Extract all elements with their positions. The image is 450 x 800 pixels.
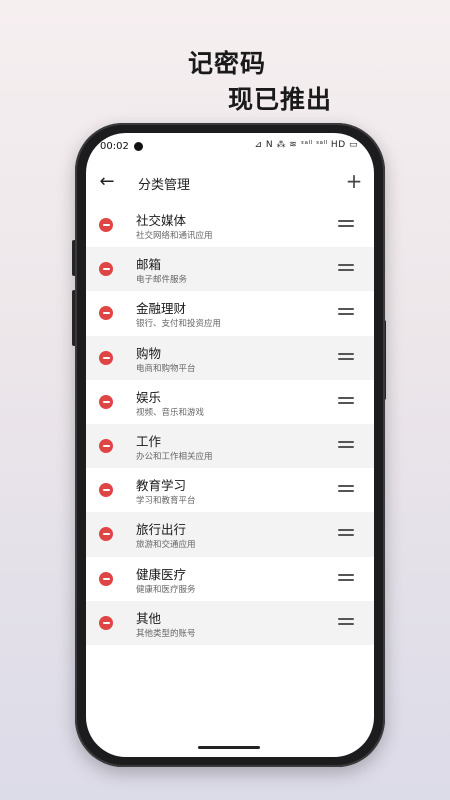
category-title: 社交媒体 <box>136 213 187 228</box>
category-title: 教育学习 <box>136 478 187 494</box>
category-title: 健康医疗 <box>136 566 187 582</box>
drag-handle-icon[interactable] <box>338 617 354 626</box>
category-title: 邮箱 <box>136 257 162 273</box>
remove-icon[interactable] <box>99 394 113 409</box>
category-subtitle: 其他类型的账号 <box>136 628 196 639</box>
remove-icon[interactable] <box>99 350 113 365</box>
category-title: 其他 <box>136 610 162 626</box>
category-subtitle: 社交网络和通讯应用 <box>136 231 213 241</box>
promo-header: 记密码 现已推出 <box>0 0 450 120</box>
drag-handle-icon[interactable] <box>338 308 354 316</box>
status-icons: ⊿ N ⁂ ≋ ᵌᵃˡˡ ᵌᵃˡˡ HD ▭ <box>254 140 358 150</box>
category-row[interactable]: 健康医疗健康和医疗服务 <box>86 556 374 601</box>
promo-title-line2: 现已推出 <box>228 85 333 114</box>
drag-handle-icon[interactable] <box>338 396 354 405</box>
category-row[interactable]: 社交媒体社交网络和通讯应用 <box>86 203 374 248</box>
category-subtitle: 电商和购物平台 <box>136 363 196 374</box>
category-subtitle: 银行、支付和投资应用 <box>136 319 222 330</box>
category-subtitle: 视频、音乐和游戏 <box>136 407 205 418</box>
category-row[interactable]: 购物 电商和购物平台 <box>86 335 374 380</box>
status-bar: 00:02 ⊿ N ⁂ ≋ ᵌᵃˡˡ ᵌᵃˡˡ HD ▭ <box>86 133 374 161</box>
category-subtitle: 办公和工作相关应用 <box>136 451 213 462</box>
category-title: 工作 <box>136 433 162 449</box>
drag-handle-icon[interactable] <box>338 220 354 228</box>
remove-icon[interactable] <box>99 262 113 277</box>
remove-icon[interactable] <box>99 483 113 498</box>
remove-icon[interactable] <box>99 438 113 453</box>
category-row[interactable]: 邮箱 电子邮件服务 <box>86 247 374 292</box>
category-row[interactable]: 教育学习学习和教育平台 <box>86 468 374 513</box>
drag-handle-icon[interactable] <box>338 352 354 361</box>
drag-handle-icon[interactable] <box>338 440 354 449</box>
phone-screen: 00:02 ⊿ N ⁂ ≋ ᵌᵃˡˡ ᵌᵃˡˡ HD ▭ ← 分类管理 + 社交… <box>86 133 374 757</box>
front-camera <box>134 142 143 151</box>
drag-handle-icon[interactable] <box>338 264 354 272</box>
drag-handle-icon[interactable] <box>338 529 354 537</box>
drag-handle-icon[interactable] <box>338 573 354 582</box>
page-title: 分类管理 <box>138 178 191 193</box>
category-subtitle: 旅游和交通应用 <box>136 540 196 551</box>
arrow-left-icon[interactable]: ← <box>96 171 118 193</box>
category-subtitle: 学习和教育平台 <box>136 496 196 507</box>
category-row[interactable]: 工作办公和工作相关应用 <box>86 423 374 469</box>
category-title: 娱乐 <box>136 389 162 405</box>
category-list: 社交媒体社交网络和通讯应用邮箱电子邮件服务金融理财银行、支付和投资应用购物电商和… <box>86 203 374 645</box>
promo-title-line1: 记密码 <box>188 49 267 78</box>
category-subtitle: 健康和医疗服务 <box>136 584 196 595</box>
category-title: 购物 <box>136 345 162 361</box>
drag-handle-icon[interactable] <box>338 485 354 493</box>
home-indicator[interactable] <box>198 746 260 749</box>
remove-icon[interactable] <box>99 306 113 321</box>
remove-icon[interactable] <box>99 527 113 542</box>
category-row[interactable]: 其他 其他类型的账号 <box>86 600 374 645</box>
status-time: 00:02 <box>100 141 129 152</box>
category-row[interactable]: 金融理财银行、支付和投资应用 <box>86 291 374 336</box>
remove-icon[interactable] <box>99 571 113 586</box>
app-bar: ← 分类管理 + <box>86 165 374 201</box>
remove-icon[interactable] <box>99 218 113 232</box>
remove-icon[interactable] <box>99 615 113 630</box>
category-subtitle: 电子邮件服务 <box>136 275 188 286</box>
category-row[interactable]: 旅行出行旅游和交通应用 <box>86 512 374 557</box>
category-row[interactable]: 娱乐视频、音乐和游戏 <box>86 379 374 424</box>
category-title: 金融理财 <box>136 301 187 317</box>
plus-icon[interactable]: + <box>342 169 366 193</box>
category-title: 旅行出行 <box>136 522 187 538</box>
